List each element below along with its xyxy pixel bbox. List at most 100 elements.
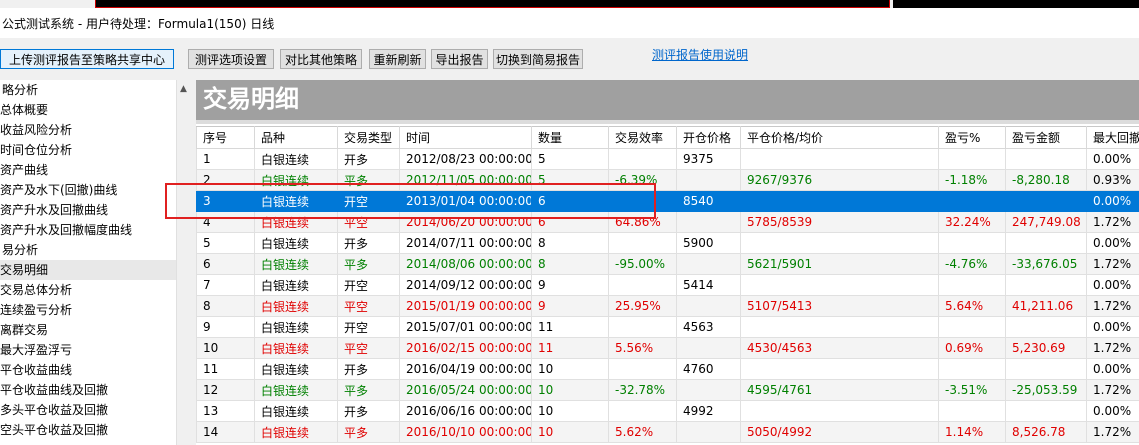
scroll-up-icon[interactable]: ▲ bbox=[180, 84, 187, 94]
table-row[interactable]: 12 白银连续 平多 2016/05/24 00:00:00 10 -32.78% 4595… bbox=[196, 379, 1139, 401]
tree-item[interactable]: 易分析 bbox=[0, 240, 176, 260]
table-cell: -8,280.18 bbox=[1005, 169, 1087, 191]
table-cell: 0.93% bbox=[1086, 169, 1139, 191]
tree-item[interactable]: 连续盈亏分析 bbox=[0, 300, 176, 320]
tree-item[interactable]: 平仓收益曲线 bbox=[0, 360, 176, 380]
table-row[interactable]: 5 白银连续 开多 2014/07/11 00:00:00 8 5900 0.00% bbox=[196, 232, 1139, 254]
table-cell: 64.86% bbox=[608, 211, 677, 233]
table-cell: 0.00% bbox=[1086, 148, 1139, 170]
table-cell: 14 bbox=[196, 421, 255, 443]
column-header[interactable]: 数量 bbox=[531, 126, 609, 149]
table-cell: 13 bbox=[196, 400, 255, 422]
table-cell: 247,749.08 bbox=[1005, 211, 1087, 233]
table-cell: 0.00% bbox=[1086, 400, 1139, 422]
table-row[interactable]: 3 白银连续 开空 2013/01/04 00:00:00 6 8540 0.00% bbox=[196, 190, 1139, 212]
tree-item[interactable]: 资产升水及回撤幅度曲线 bbox=[0, 220, 176, 240]
table-cell: 1.72% bbox=[1086, 211, 1139, 233]
tree-item[interactable]: 资产曲线 bbox=[0, 160, 176, 180]
tree-item[interactable]: 时间仓位分析 bbox=[0, 140, 176, 160]
table-cell: 平多 bbox=[337, 379, 400, 401]
tree-item[interactable]: 略分析 bbox=[0, 80, 176, 100]
tree-item[interactable]: 收益风险分析 bbox=[0, 120, 176, 140]
table-cell: 2016/06/16 00:00:00 bbox=[399, 400, 532, 422]
table-cell: 8 bbox=[531, 253, 609, 275]
table-row[interactable]: 10 白银连续 平空 2016/02/15 00:00:00 11 5.56% 4530/4… bbox=[196, 337, 1139, 359]
table-cell: 41,211.06 bbox=[1005, 295, 1087, 317]
table-cell: 白银连续 bbox=[254, 358, 338, 380]
table-cell: 9 bbox=[531, 274, 609, 296]
table-cell: 平多 bbox=[337, 421, 400, 443]
table-row[interactable]: 7 白银连续 开空 2014/09/12 00:00:00 9 5414 0.00% bbox=[196, 274, 1139, 296]
table-cell: 白银连续 bbox=[254, 190, 338, 212]
table-cell: 10 bbox=[196, 337, 255, 359]
table-cell: 白银连续 bbox=[254, 232, 338, 254]
table-cell: 8,526.78 bbox=[1005, 421, 1087, 443]
table-cell: 白银连续 bbox=[254, 421, 338, 443]
tree-item[interactable]: 空头平仓收益及回撤 bbox=[0, 420, 176, 440]
table-row[interactable]: 8 白银连续 平空 2015/01/19 00:00:00 9 25.95% 5107/54… bbox=[196, 295, 1139, 317]
table-cell bbox=[676, 295, 741, 317]
tree-item[interactable]: 交易明细 bbox=[0, 260, 176, 280]
tree-item[interactable]: 资产升水及回撤曲线 bbox=[0, 200, 176, 220]
compare-strategies-button[interactable]: 对比其他策略 bbox=[280, 49, 362, 69]
tree-item[interactable]: 多头平仓收益及回撤 bbox=[0, 400, 176, 420]
table-cell: 2014/08/06 00:00:00 bbox=[399, 253, 532, 275]
tree-item[interactable]: 交易总体分析 bbox=[0, 280, 176, 300]
table-cell: 10 bbox=[531, 358, 609, 380]
column-header[interactable]: 最大回撤 bbox=[1086, 126, 1139, 149]
table-cell: 11 bbox=[531, 337, 609, 359]
table-cell: 6 bbox=[196, 253, 255, 275]
table-row[interactable]: 2 白银连续 平多 2012/11/05 00:00:00 5 -6.39% 9267/93… bbox=[196, 169, 1139, 191]
column-header[interactable]: 盈亏金额 bbox=[1005, 126, 1087, 149]
table-cell bbox=[938, 274, 1006, 296]
refresh-button[interactable]: 重新刷新 bbox=[369, 49, 426, 69]
table-cell: 4530/4563 bbox=[740, 337, 939, 359]
table-row[interactable]: 1 白银连续 开多 2012/08/23 00:00:00 5 9375 0.00% bbox=[196, 148, 1139, 170]
table-cell: -25,053.59 bbox=[1005, 379, 1087, 401]
table-cell: 1.72% bbox=[1086, 421, 1139, 443]
table-cell bbox=[938, 232, 1006, 254]
table-cell: 9 bbox=[531, 295, 609, 317]
table-cell bbox=[740, 400, 939, 422]
column-header[interactable]: 交易效率 bbox=[608, 126, 677, 149]
table-cell: 2012/08/23 00:00:00 bbox=[399, 148, 532, 170]
table-cell bbox=[676, 253, 741, 275]
tree-item[interactable]: 总体概要 bbox=[0, 100, 176, 120]
background-window-strip bbox=[95, 0, 890, 8]
column-header[interactable]: 交易类型 bbox=[337, 126, 400, 149]
table-cell bbox=[1005, 274, 1087, 296]
table-cell bbox=[608, 232, 677, 254]
table-cell: 开多 bbox=[337, 148, 400, 170]
table-cell: 白银连续 bbox=[254, 400, 338, 422]
table-cell: 开多 bbox=[337, 232, 400, 254]
table-cell: 开空 bbox=[337, 190, 400, 212]
table-cell: 1.72% bbox=[1086, 295, 1139, 317]
report-help-link[interactable]: 测评报告使用说明 bbox=[652, 46, 748, 63]
test-options-button[interactable]: 测评选项设置 bbox=[188, 49, 274, 69]
table-row[interactable]: 9 白银连续 开空 2015/07/01 00:00:00 11 4563 0.00% bbox=[196, 316, 1139, 338]
table-row[interactable]: 11 白银连续 开多 2016/04/19 00:00:00 10 4760 0.00% bbox=[196, 358, 1139, 380]
column-header[interactable]: 品种 bbox=[254, 126, 338, 149]
table-row[interactable]: 14 白银连续 平多 2016/10/10 00:00:00 10 5.62% 5050/4… bbox=[196, 421, 1139, 443]
column-header[interactable]: 盈亏% bbox=[938, 126, 1006, 149]
column-header[interactable]: 序号 bbox=[196, 126, 255, 149]
tree-item[interactable]: 资产及水下(回撤)曲线 bbox=[0, 180, 176, 200]
table-cell: 11 bbox=[531, 316, 609, 338]
table-cell bbox=[1005, 400, 1087, 422]
column-header[interactable]: 时间 bbox=[399, 126, 532, 149]
table-cell bbox=[938, 358, 1006, 380]
column-header[interactable]: 平仓价格/均价 bbox=[740, 126, 939, 149]
tree-item[interactable]: 最大浮盈浮亏 bbox=[0, 340, 176, 360]
upload-report-button[interactable]: 上传测评报告至策略共享中心 bbox=[0, 49, 174, 69]
tree-item[interactable]: 平仓收益曲线及回撤 bbox=[0, 380, 176, 400]
table-cell bbox=[1005, 316, 1087, 338]
column-header[interactable]: 开仓价格 bbox=[676, 126, 741, 149]
table-row[interactable]: 6 白银连续 平多 2014/08/06 00:00:00 8 -95.00% 5621/5… bbox=[196, 253, 1139, 275]
table-cell: -6.39% bbox=[608, 169, 677, 191]
tree-scrollbar[interactable]: ▲ bbox=[176, 80, 193, 445]
table-row[interactable]: 4 白银连续 平空 2014/06/20 00:00:00 6 64.86% 5785/85… bbox=[196, 211, 1139, 233]
switch-simple-report-button[interactable]: 切换到简易报告 bbox=[493, 49, 583, 69]
export-report-button[interactable]: 导出报告 bbox=[431, 49, 488, 69]
tree-item[interactable]: 离群交易 bbox=[0, 320, 176, 340]
table-row[interactable]: 13 白银连续 开多 2016/06/16 00:00:00 10 4992 0.00% bbox=[196, 400, 1139, 422]
